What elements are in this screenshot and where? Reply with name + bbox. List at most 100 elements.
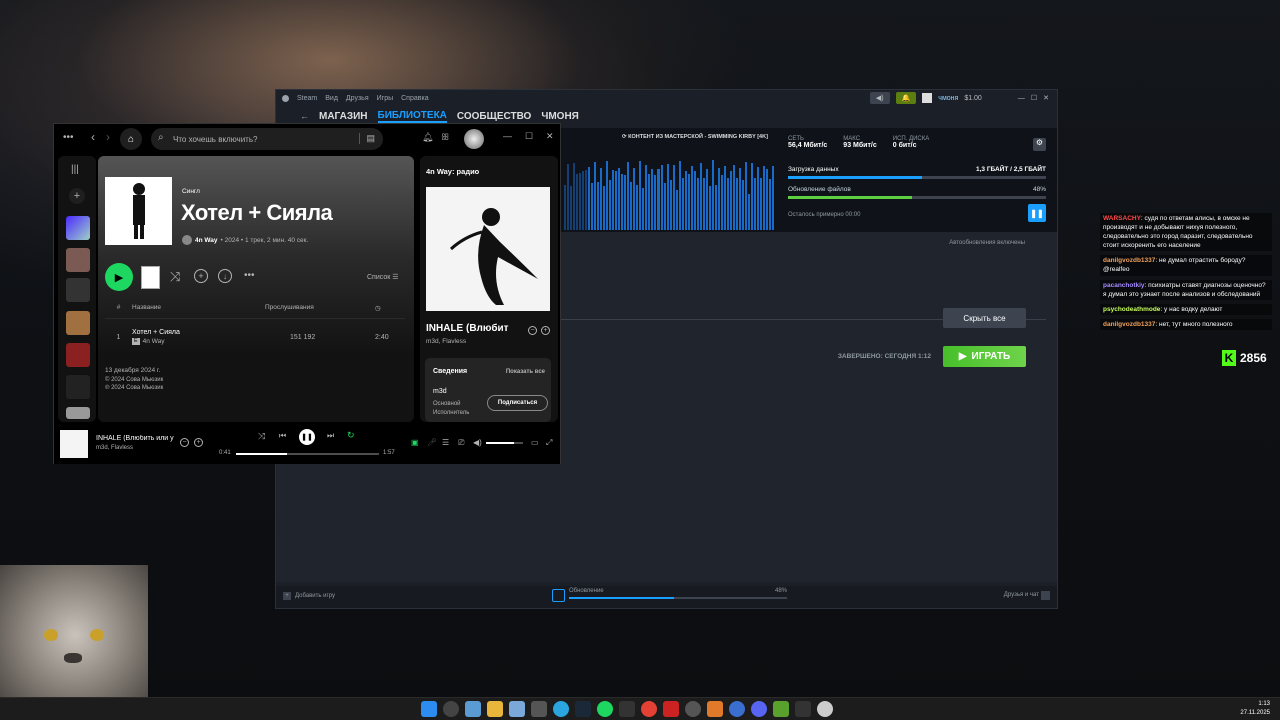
clock[interactable]: 1:13 27.11.2025 [1240, 700, 1270, 718]
home-icon[interactable]: ⌂ [120, 128, 142, 150]
taskview-icon[interactable] [465, 701, 481, 717]
steam-icon[interactable] [575, 701, 591, 717]
add-circle-icon[interactable]: + [541, 326, 550, 335]
sidebar-item[interactable] [66, 248, 90, 272]
sidebar-item[interactable] [66, 407, 90, 419]
nav-community[interactable]: СООБЩЕСТВО [457, 111, 531, 122]
bell-icon[interactable]: 🔔︎ [422, 132, 433, 143]
player-cover[interactable] [60, 430, 88, 458]
add-icon[interactable]: + [69, 188, 85, 204]
app-icon[interactable] [795, 701, 811, 717]
player-title[interactable]: INHALE (Влюбить или у [96, 435, 174, 442]
chat-username[interactable]: psychodeathmode [1103, 306, 1160, 313]
minecraft-icon[interactable] [773, 701, 789, 717]
volume-icon[interactable]: ◀) [473, 438, 482, 447]
close-icon[interactable]: ✕ [1043, 94, 1049, 102]
sidebar-item[interactable] [66, 311, 90, 335]
sidebar-item[interactable] [66, 343, 90, 367]
maximize-icon[interactable]: ☐ [525, 131, 533, 142]
friends-chat-button[interactable]: Друзья и чат [1004, 592, 1039, 598]
app-icon[interactable] [707, 701, 723, 717]
menu-view[interactable]: Вид [325, 95, 338, 102]
chat-username[interactable]: pacanchotkiy [1103, 282, 1145, 289]
settings-gear-icon[interactable]: ⚙ [1033, 138, 1046, 151]
minimize-icon[interactable]: — [1018, 95, 1025, 102]
search-icon[interactable] [443, 701, 459, 717]
sidebar-item[interactable] [66, 278, 90, 302]
app-icon[interactable] [531, 701, 547, 717]
telegram-icon[interactable] [553, 701, 569, 717]
table-row[interactable]: 1 Хотел + Сияла E 4n Way 151 192 2:40 [105, 326, 405, 348]
back-icon[interactable]: ← [300, 111, 309, 121]
chrome-icon[interactable] [641, 701, 657, 717]
play-button[interactable]: ▶ [105, 263, 133, 291]
view-mode-button[interactable]: Список ☰ [367, 273, 399, 281]
pause-download-button[interactable]: ❚❚ [1028, 204, 1046, 222]
more-options-icon[interactable]: ••• [244, 270, 255, 281]
menu-help[interactable]: Справка [401, 95, 428, 102]
broadcast-icon[interactable]: ◀) [869, 92, 890, 104]
minimize-icon[interactable]: — [503, 131, 512, 141]
spotify-icon[interactable] [597, 701, 613, 717]
chat-username[interactable]: danilgvozdb1337 [1103, 321, 1155, 328]
add-game-button[interactable]: + Добавить игру [283, 592, 335, 600]
explorer-icon[interactable] [487, 701, 503, 717]
library-icon[interactable]: ||| [71, 164, 79, 175]
obs-icon[interactable] [685, 701, 701, 717]
minus-circle-icon[interactable]: − [180, 438, 189, 447]
volume-slider[interactable] [486, 442, 523, 444]
forward-icon[interactable]: › [106, 130, 110, 144]
subscribe-button[interactable]: Подписаться [487, 395, 548, 411]
nav-store[interactable]: МАГАЗИН [319, 111, 368, 122]
avatar[interactable] [922, 93, 933, 103]
friends-icon[interactable] [1041, 591, 1050, 600]
credit-artist-name[interactable]: m3d [433, 388, 447, 395]
player-artists[interactable]: m3d, Flavless [96, 445, 133, 451]
minus-circle-icon[interactable]: − [528, 326, 537, 335]
previous-icon[interactable]: ⏮ [279, 431, 286, 441]
now-playing-title[interactable]: INHALE (Влюбит [426, 323, 524, 334]
add-to-library-icon[interactable]: + [194, 269, 208, 283]
menu-games[interactable]: Игры [377, 95, 394, 102]
preview-thumbnail[interactable] [141, 266, 160, 289]
menu-steam[interactable]: Steam [297, 95, 317, 102]
app-icon[interactable] [663, 701, 679, 717]
devices-icon[interactable]: ⎚ [458, 438, 464, 448]
pause-button[interactable]: ❚❚ [299, 429, 315, 445]
fullscreen-icon[interactable]: ⤢ [546, 438, 552, 448]
mini-player-icon[interactable]: ▭ [531, 438, 539, 447]
app-icon[interactable] [817, 701, 833, 717]
lyrics-icon[interactable]: 🎤︎ [427, 438, 437, 447]
notifications-icon[interactable]: 🔔 [895, 92, 917, 104]
browse-icon[interactable]: ▤ [359, 133, 375, 144]
app-icon[interactable] [729, 701, 745, 717]
repeat-icon[interactable]: ↻ [347, 430, 355, 441]
chat-username[interactable]: WARSACHY [1103, 215, 1141, 222]
discord-icon[interactable] [751, 701, 767, 717]
show-all-link[interactable]: Показать все [506, 369, 545, 375]
add-circle-icon[interactable]: + [194, 438, 203, 447]
now-playing-view-icon[interactable]: ▣ [411, 438, 419, 447]
next-icon[interactable]: ⏭ [327, 431, 334, 441]
now-playing-artists[interactable]: m3d, Flavless [426, 338, 466, 345]
maximize-icon[interactable]: ☐ [1031, 94, 1037, 102]
menu-friends[interactable]: Друзья [346, 95, 369, 102]
footer-download-status[interactable]: Обновление 48% [569, 588, 787, 599]
search-input[interactable]: ⌕ Что хочешь включить? ▤ [151, 128, 383, 150]
start-icon[interactable] [421, 701, 437, 717]
chat-username[interactable]: danilgvozdb1337 [1103, 257, 1155, 264]
app-icon[interactable] [509, 701, 525, 717]
more-icon[interactable]: ••• [63, 132, 74, 143]
user-name[interactable]: чмоня [938, 95, 958, 102]
nav-library[interactable]: БИБЛИОТЕКА [377, 110, 447, 123]
liked-songs-icon[interactable] [66, 216, 90, 240]
play-button[interactable]: ▶ ИГРАТЬ [943, 346, 1026, 367]
friends-activity-icon[interactable]: ꕥ [441, 132, 449, 143]
shuffle-icon[interactable]: ⤨ [258, 431, 265, 442]
sidebar-item[interactable] [66, 375, 90, 399]
close-icon[interactable]: ✕ [546, 131, 554, 142]
artist-link[interactable]: 4n Way [195, 237, 218, 244]
nav-profile[interactable]: ЧМОНЯ [541, 111, 579, 122]
back-icon[interactable]: ‹ [91, 130, 95, 144]
shuffle-icon[interactable]: ⤨ [170, 269, 180, 285]
